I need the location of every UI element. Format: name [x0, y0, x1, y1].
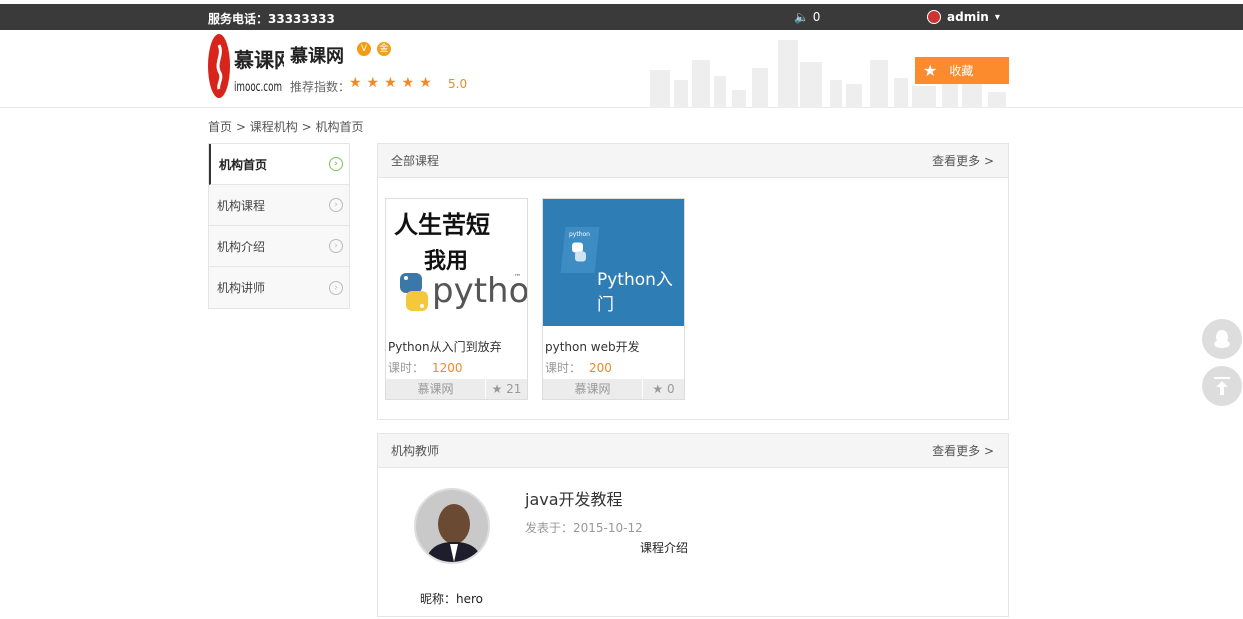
user-menu[interactable]: admin ▾ — [927, 10, 1000, 24]
sidebar-item-label: 机构介绍 — [217, 239, 266, 254]
sidebar-item-label: 机构讲师 — [217, 281, 266, 295]
chevron-right-icon: › — [329, 239, 343, 253]
teacher-photo — [416, 490, 488, 562]
sidebar-item-home[interactable]: 机构首页 › — [209, 144, 349, 185]
user-avatar — [927, 10, 941, 24]
python-logo-icon — [572, 242, 586, 262]
chevron-right-icon: › — [329, 157, 343, 171]
favorite-count: 21 — [506, 382, 522, 396]
sidebar-item-intro[interactable]: 机构介绍 › — [209, 226, 349, 267]
logo-domain: imooc.com — [234, 80, 282, 95]
thumbnail-text: Python入门 — [597, 270, 673, 315]
star-icon: ★ — [652, 382, 664, 396]
favorite-button[interactable]: ★ 收藏 — [915, 57, 1009, 84]
panel-header: 全部课程 查看更多 > — [378, 144, 1008, 178]
message-count: 0 — [812, 10, 821, 24]
hours-value: 200 — [589, 361, 612, 375]
verified-badge-icon: V — [357, 42, 371, 56]
hours-label: 课时： — [545, 361, 582, 375]
course-intro-link[interactable]: 课程介绍 — [640, 539, 688, 556]
sidebar-item-label: 机构课程 — [217, 198, 266, 213]
breadcrumb-separator: > — [235, 120, 246, 134]
course-org: 慕课网 — [543, 379, 643, 399]
course-org: 慕课网 — [386, 379, 486, 399]
panel-header: 机构教师 查看更多 > — [378, 434, 1008, 468]
thumbnail-text: 人生苦短 — [394, 211, 490, 239]
panel-title: 机构教师 — [391, 444, 440, 458]
sidebar-item-courses[interactable]: 机构课程 › — [209, 185, 349, 226]
qq-icon — [1214, 330, 1230, 348]
card-footer: 慕课网 ★ 0 — [543, 379, 684, 399]
favorite-label: 收藏 — [949, 64, 974, 78]
qq-chat-button[interactable] — [1202, 319, 1242, 359]
chevron-right-icon: › — [329, 198, 343, 212]
breadcrumb-orgs[interactable]: 课程机构 — [250, 120, 298, 134]
sidebar-item-teachers[interactable]: 机构讲师 › — [209, 267, 349, 308]
view-more-link[interactable]: 查看更多 > — [932, 442, 994, 459]
username: admin — [947, 10, 989, 24]
star-icon: ★ — [491, 382, 503, 396]
breadcrumb-separator: > — [301, 120, 312, 134]
speaker-icon: 🔈 — [794, 10, 809, 24]
arrow-up-icon — [1214, 377, 1230, 395]
hours-value: 1200 — [432, 361, 463, 375]
logo-text: 慕课网 — [234, 48, 284, 72]
course-thumbnail[interactable]: python Python入门 — [543, 199, 684, 326]
org-name: 慕课网 — [290, 46, 344, 67]
gold-badge-icon: 金 — [377, 42, 391, 56]
course-favorites: ★ 0 — [643, 379, 684, 399]
teachers-panel: 机构教师 查看更多 > 昵称：hero java开发教程 发表于：2015-10… — [377, 433, 1009, 617]
favorite-count: 0 — [666, 382, 675, 396]
rating-label: 推荐指数： — [290, 80, 351, 94]
course-hours: 课时： 1200 — [386, 355, 527, 376]
message-indicator[interactable]: 🔈 0 — [794, 10, 820, 24]
teacher-nickname: 昵称：hero — [420, 592, 484, 606]
publish-date: 发表于：2015-10-12 — [525, 521, 643, 535]
top-bar: 服务电话：33333333 🔈 0 admin ▾ — [0, 4, 1243, 30]
card-footer: 慕课网 ★ 21 — [386, 379, 527, 399]
thumbnail-small-text: python — [569, 231, 590, 238]
sidebar-item-label: 机构首页 — [219, 157, 268, 172]
chevron-down-icon: ▾ — [994, 11, 1000, 23]
back-to-top-button[interactable] — [1202, 366, 1242, 406]
course-thumbnail[interactable]: 人生苦短 我用 python ™ — [386, 199, 527, 326]
course-card[interactable]: 人生苦短 我用 python ™ Python从入门到放弃 课时： 1200 慕课… — [385, 198, 528, 400]
org-header: 慕课网 imooc.com 慕课网 V 金 推荐指数： ★★★★★ 5.0 ★ … — [0, 30, 1243, 108]
rating-score: 5.0 — [448, 77, 468, 91]
breadcrumb: 首页 > 课程机构 > 机构首页 — [208, 118, 363, 135]
org-sidebar: 机构首页 › 机构课程 › 机构介绍 › 机构讲师 › — [208, 143, 350, 309]
course-title[interactable]: python web开发 — [543, 326, 684, 355]
imooc-logo[interactable]: 慕课网 imooc.com — [208, 33, 284, 99]
course-card[interactable]: python Python入门 python web开发 课时： 200 慕课网 … — [542, 198, 685, 400]
hours-label: 课时： — [388, 361, 425, 375]
star-icon: ★ — [923, 61, 938, 80]
service-phone: 服务电话：33333333 — [208, 12, 335, 26]
breadcrumb-home[interactable]: 首页 — [208, 120, 232, 134]
teacher-avatar[interactable] — [414, 488, 490, 564]
breadcrumb-current: 机构首页 — [315, 120, 364, 134]
course-title[interactable]: Python从入门到放弃 — [386, 326, 527, 355]
thumbnail-logo-text: python — [432, 271, 527, 311]
courses-panel: 全部课程 查看更多 > 人生苦短 我用 python ™ Python从入门到放… — [377, 143, 1009, 420]
teacher-course-title[interactable]: java开发教程 — [525, 486, 623, 510]
panel-title: 全部课程 — [391, 154, 440, 168]
trademark-mark: ™ — [514, 273, 521, 281]
chevron-right-icon: › — [329, 280, 343, 295]
course-hours: 课时： 200 — [543, 355, 684, 376]
rating-stars: ★★★★★ — [349, 75, 437, 91]
python-logo-icon — [400, 273, 428, 311]
view-more-link[interactable]: 查看更多 > — [932, 152, 994, 169]
course-favorites: ★ 21 — [486, 379, 527, 399]
